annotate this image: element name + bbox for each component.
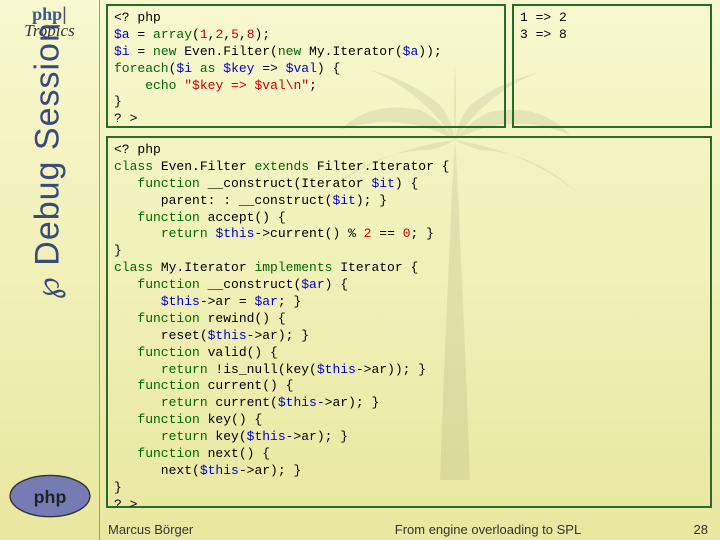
svg-text:php: php bbox=[34, 487, 67, 507]
output-text: 1 => 2 3 => 8 bbox=[520, 10, 567, 42]
footer-author: Marcus Börger bbox=[108, 522, 308, 537]
loop-symbol: ℘ bbox=[30, 276, 66, 299]
slide-title-text: Debug Session bbox=[29, 22, 67, 266]
output-block: 1 => 2 3 => 8 bbox=[512, 4, 712, 128]
footer-title: From engine overloading to SPL bbox=[308, 522, 668, 537]
content-area: <? php $a = array(1,2,5,8); $i = new Eve… bbox=[100, 0, 720, 540]
class-code-block: <? php class Even.Filter extends Filter.… bbox=[106, 136, 712, 508]
slide-title: ℘ Debug Session bbox=[29, 22, 68, 299]
php-logo: php bbox=[8, 474, 92, 518]
footer-page: 28 bbox=[668, 522, 708, 537]
footer: Marcus Börger From engine overloading to… bbox=[0, 518, 720, 540]
usage-code-block: <? php $a = array(1,2,5,8); $i = new Eve… bbox=[106, 4, 506, 128]
sidebar: php| Tropics ℘ Debug Session php bbox=[0, 0, 100, 540]
